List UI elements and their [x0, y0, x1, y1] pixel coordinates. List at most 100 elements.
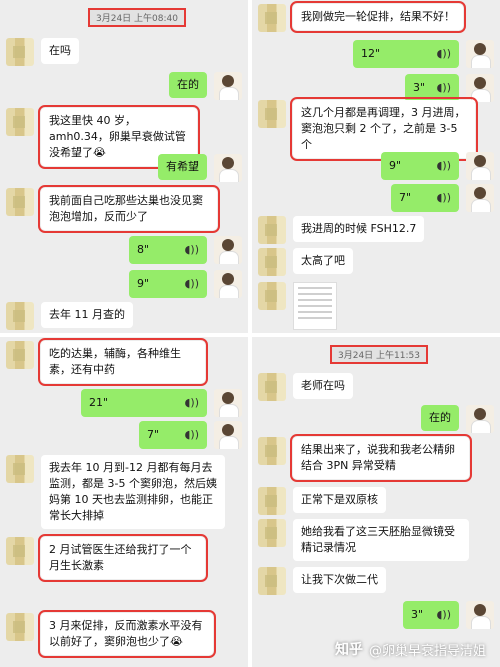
- self-avatar[interactable]: [466, 405, 494, 433]
- voice-message[interactable]: 7" ◖)): [391, 184, 459, 212]
- message-row: 在的: [162, 72, 242, 100]
- message-row: 结果出来了，说我和我老公精卵结合 3PN 异常受精: [258, 434, 476, 482]
- voice-wave-icon: ◖)): [436, 608, 451, 621]
- contact-avatar[interactable]: [6, 341, 34, 369]
- contact-avatar[interactable]: [6, 613, 34, 641]
- watermark-author: @卵巢早衰指导清姐: [368, 643, 486, 659]
- message-row: 7" ◖)): [132, 421, 242, 449]
- contact-avatar[interactable]: [258, 216, 286, 244]
- voice-duration: 3": [411, 608, 424, 621]
- voice-wave-icon: ◖)): [436, 81, 451, 94]
- contact-avatar[interactable]: [6, 38, 34, 66]
- self-avatar[interactable]: [214, 421, 242, 449]
- voice-message[interactable]: 3" ◖)): [405, 74, 459, 102]
- message-row: 我刚做完一轮促排，结果不好！: [258, 1, 470, 33]
- self-avatar[interactable]: [214, 270, 242, 298]
- message-bubble[interactable]: 3 月来促排，反而激素水平没有以前好了，窦卵泡也少了😭: [38, 610, 216, 658]
- contact-avatar[interactable]: [258, 373, 286, 401]
- self-avatar[interactable]: [466, 184, 494, 212]
- contact-avatar[interactable]: [258, 487, 286, 515]
- image-message-thumbnail[interactable]: [293, 282, 337, 330]
- message-row: 3" ◖)): [398, 74, 494, 102]
- voice-message[interactable]: 7" ◖)): [139, 421, 207, 449]
- chat-panel-1: 3月24日 上午08:40 在吗 在的 我这里快 40 岁，amh0.34，卵巢…: [0, 0, 248, 333]
- watermark: 知乎 @卵巢早衰指导清姐: [335, 639, 486, 659]
- message-bubble[interactable]: 去年 11 月查的: [41, 302, 133, 328]
- self-avatar[interactable]: [214, 72, 242, 100]
- message-row: 3 月来促排，反而激素水平没有以前好了，窦卵泡也少了😭: [6, 610, 220, 658]
- self-avatar[interactable]: [214, 154, 242, 182]
- message-bubble[interactable]: 我进周的时候 FSH12.7: [293, 216, 425, 242]
- voice-message[interactable]: 8" ◖)): [129, 236, 207, 264]
- message-row: 2 月试管医生还给我打了一个月生长激素: [6, 534, 212, 582]
- message-row: 我前面自己吃那些达巢也没见窦泡泡增加，反而少了: [6, 185, 224, 233]
- voice-message[interactable]: 9" ◖)): [129, 270, 207, 298]
- voice-wave-icon: ◖)): [184, 396, 199, 409]
- contact-avatar[interactable]: [258, 519, 286, 547]
- self-avatar[interactable]: [466, 601, 494, 629]
- contact-avatar[interactable]: [6, 537, 34, 565]
- message-row: [258, 282, 344, 330]
- message-row: 有希望: [151, 154, 242, 182]
- voice-duration: 7": [399, 191, 412, 204]
- message-bubble[interactable]: 她给我看了这三天胚胎显微镜受精记录情况: [293, 519, 469, 561]
- timestamp: 3月24日 上午08:40: [88, 8, 186, 27]
- contact-avatar[interactable]: [258, 248, 286, 276]
- contact-avatar[interactable]: [258, 282, 286, 310]
- voice-message[interactable]: 21" ◖)): [81, 389, 207, 417]
- voice-duration: 3": [413, 81, 426, 94]
- voice-message[interactable]: 12" ◖)): [353, 40, 459, 68]
- chat-panel-2: 我刚做完一轮促排，结果不好！ 12" ◖)) 3" ◖)) 这几个月都是再调理，…: [252, 0, 500, 333]
- voice-wave-icon: ◖)): [184, 428, 199, 441]
- message-row: 老师在吗: [258, 373, 360, 401]
- voice-wave-icon: ◖)): [184, 277, 199, 290]
- voice-duration: 8": [137, 243, 150, 256]
- message-bubble[interactable]: 在的: [169, 72, 207, 98]
- message-bubble[interactable]: 太高了吧: [293, 248, 353, 274]
- message-bubble[interactable]: 老师在吗: [293, 373, 353, 399]
- timestamp: 3月24日 上午11:53: [330, 345, 428, 364]
- message-row: 3" ◖)): [396, 601, 494, 629]
- self-avatar[interactable]: [214, 236, 242, 264]
- contact-avatar[interactable]: [258, 437, 286, 465]
- message-bubble[interactable]: 让我下次做二代: [293, 567, 386, 593]
- message-row: 吃的达巢，辅酶，各种维生素，还有中药: [6, 338, 212, 386]
- message-bubble[interactable]: 吃的达巢，辅酶，各种维生素，还有中药: [38, 338, 208, 386]
- message-row: 让我下次做二代: [258, 567, 393, 595]
- message-bubble[interactable]: 在的: [421, 405, 459, 431]
- contact-avatar[interactable]: [6, 188, 34, 216]
- voice-message[interactable]: 9" ◖)): [381, 152, 459, 180]
- contact-avatar[interactable]: [258, 567, 286, 595]
- message-bubble[interactable]: 在吗: [41, 38, 79, 64]
- message-bubble[interactable]: 正常下是双原核: [293, 487, 386, 513]
- message-bubble[interactable]: 我去年 10 月到-12 月都有每月去监测，都是 3-5 个窦卵泡，然后姨妈第 …: [41, 455, 225, 529]
- message-row: 我进周的时候 FSH12.7: [258, 216, 431, 244]
- contact-avatar[interactable]: [6, 302, 34, 330]
- zhihu-logo: 知乎: [334, 642, 363, 658]
- message-bubble[interactable]: 这几个月都是再调理，3 月进周，窦泡泡只剩 2 个了，之前是 3-5 个: [290, 97, 478, 161]
- message-row: 8" ◖)): [122, 236, 242, 264]
- voice-wave-icon: ◖)): [436, 191, 451, 204]
- message-row: 21" ◖)): [74, 389, 242, 417]
- message-bubble[interactable]: 我前面自己吃那些达巢也没见窦泡泡增加，反而少了: [38, 185, 220, 233]
- message-bubble[interactable]: 结果出来了，说我和我老公精卵结合 3PN 异常受精: [290, 434, 472, 482]
- contact-avatar[interactable]: [258, 100, 286, 128]
- message-row: 7" ◖)): [384, 184, 494, 212]
- self-avatar[interactable]: [466, 152, 494, 180]
- self-avatar[interactable]: [466, 74, 494, 102]
- contact-avatar[interactable]: [258, 4, 286, 32]
- voice-duration: 9": [389, 159, 402, 172]
- voice-duration: 9": [137, 277, 150, 290]
- voice-message[interactable]: 3" ◖)): [403, 601, 459, 629]
- message-bubble[interactable]: 我刚做完一轮促排，结果不好！: [290, 1, 466, 33]
- self-avatar[interactable]: [214, 389, 242, 417]
- message-bubble[interactable]: 2 月试管医生还给我打了一个月生长激素: [38, 534, 208, 582]
- voice-duration: 21": [89, 396, 109, 409]
- self-avatar[interactable]: [466, 40, 494, 68]
- contact-avatar[interactable]: [6, 455, 34, 483]
- contact-avatar[interactable]: [6, 108, 34, 136]
- message-row: 在的: [414, 405, 494, 433]
- message-bubble[interactable]: 有希望: [158, 154, 207, 180]
- voice-wave-icon: ◖)): [436, 159, 451, 172]
- chat-panel-4: 3月24日 上午11:53 老师在吗 在的 结果出来了，说我和我老公精卵结合 3…: [252, 337, 500, 667]
